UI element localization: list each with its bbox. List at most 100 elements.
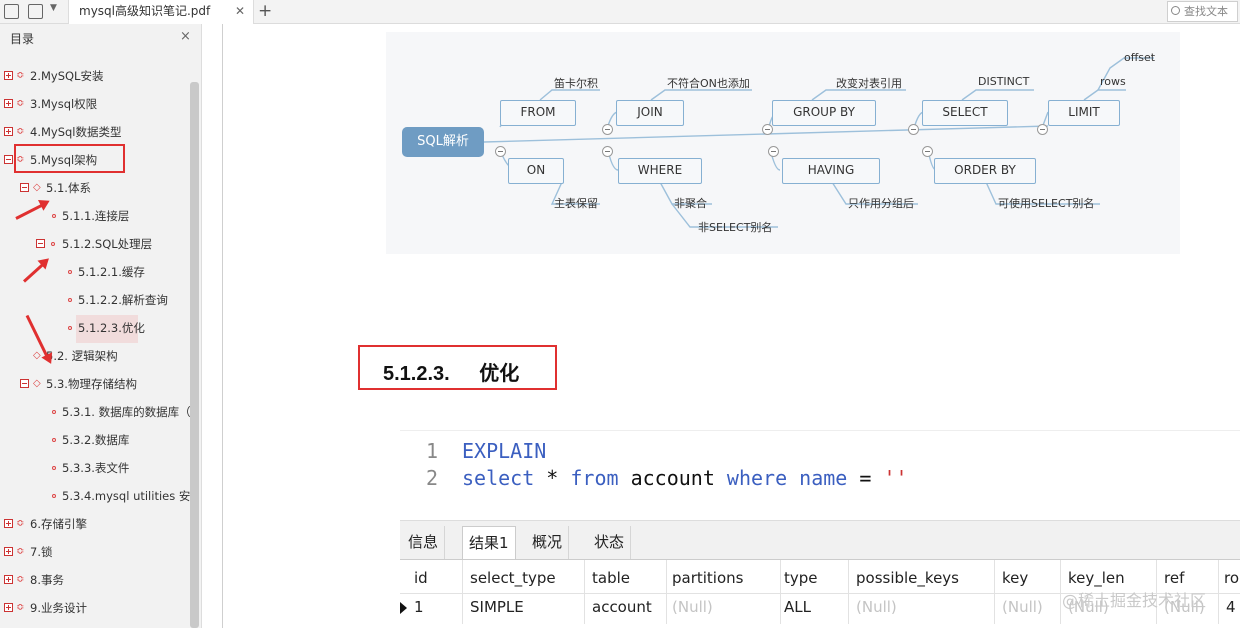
tab-result1[interactable]: 结果1 (462, 526, 516, 559)
toc-item[interactable]: 5.3.4.mysql utilities 安装 (0, 482, 190, 510)
toc-item[interactable]: ≎ 2.MySQL安装 (0, 62, 190, 90)
current-row-icon (400, 602, 407, 614)
table-cell[interactable]: (Null) (1002, 598, 1043, 616)
collapse-toggle-icon (602, 124, 613, 135)
toc-item[interactable]: 5.1.2.1.缓存 (0, 258, 190, 286)
toc-item[interactable]: 5.1.2.2.解析查询 (0, 286, 190, 314)
toc-item[interactable]: 5.1.2.SQL处理层 (0, 230, 190, 258)
tab-overview[interactable]: 概况 (526, 526, 570, 559)
search-box[interactable]: 查找文本 (1167, 1, 1238, 22)
collapse-toggle-icon (922, 146, 933, 157)
mindmap-root: SQL解析 (402, 127, 484, 157)
mindmap-note: rows (1100, 75, 1126, 88)
mindmap-node: WHERE (618, 158, 702, 184)
close-tab-icon[interactable]: ✕ (235, 0, 245, 23)
column-divider (666, 560, 667, 624)
toc-item[interactable]: ◇ 5.2. 逻辑架构 (0, 342, 190, 370)
toc-item[interactable]: ≎ 3.Mysql权限 (0, 90, 190, 118)
document-tab[interactable]: mysql高级知识笔记.pdf ✕ (68, 0, 254, 24)
column-header[interactable]: possible_keys (856, 569, 959, 587)
mindmap-node: SELECT (922, 100, 1008, 126)
mindmap-note: 可使用SELECT别名 (998, 197, 1095, 210)
column-divider (848, 560, 849, 624)
heading-title: 优化 (479, 363, 520, 385)
collapse-toggle-icon (1037, 124, 1048, 135)
column-divider (584, 560, 585, 624)
column-header[interactable]: ref (1164, 569, 1184, 587)
column-header[interactable]: ro (1224, 569, 1239, 587)
toc-item[interactable]: 5.3.1. 数据库的数据库（D (0, 398, 190, 426)
column-header[interactable]: key (1002, 569, 1028, 587)
mindmap-note: 主表保留 (554, 197, 598, 210)
mindmap-node: ORDER BY (934, 158, 1036, 184)
column-divider (1218, 560, 1219, 624)
toc-item[interactable]: ≎ 4.MySql数据类型 (0, 118, 190, 146)
close-sidebar-icon[interactable]: × (180, 29, 191, 44)
mindmap-note: 非聚合 (674, 197, 707, 210)
dropdown-arrow-icon[interactable]: ▼ (50, 3, 57, 13)
column-header[interactable]: type (784, 569, 818, 587)
mindmap-note: 改变对表引用 (836, 77, 902, 90)
collapse-toggle-icon (602, 146, 613, 157)
mindmap-node: ON (508, 158, 564, 184)
column-divider (994, 560, 995, 624)
mindmap-figure (386, 32, 1180, 254)
collapse-toggle-icon (768, 146, 779, 157)
mindmap-note: DISTINCT (978, 75, 1030, 88)
new-tab-icon[interactable]: + (258, 0, 272, 22)
toc-item[interactable]: 5.3.2.数据库 (0, 426, 190, 454)
toc-item[interactable]: ≎ 9.业务设计 (0, 594, 190, 622)
table-cell[interactable]: ALL (784, 598, 811, 616)
sql-code-block: 1 EXPLAIN 2 select * from account where … (400, 430, 1240, 508)
search-icon (1171, 6, 1180, 15)
toc-title: 目录 (10, 32, 35, 46)
toc-item[interactable]: ≎ 7.锁 (0, 538, 190, 566)
mindmap-node: JOIN (616, 100, 684, 126)
mindmap-node: FROM (500, 100, 576, 126)
table-cell[interactable]: 1 (414, 598, 424, 616)
mindmap-note: 笛卡尔积 (554, 77, 598, 90)
sidebar-scrollbar[interactable] (190, 82, 199, 628)
toc-item[interactable]: ≎ 6.存储引擎 (0, 510, 190, 538)
toc-item[interactable]: ◇ 5.3.物理存储结构 (0, 370, 190, 398)
column-header[interactable]: key_len (1068, 569, 1125, 587)
table-cell[interactable]: 4 (1226, 598, 1236, 616)
code-line: select * from account where name = '' (462, 466, 908, 490)
section-heading: 5.1.2.3. 优化 (383, 357, 519, 386)
page-edge (222, 24, 223, 628)
tab-status[interactable]: 状态 (588, 526, 632, 559)
column-header[interactable]: partitions (672, 569, 743, 587)
table-cell[interactable]: (Null) (672, 598, 713, 616)
mindmap-note: 不符合ON也添加 (667, 77, 750, 90)
watermark: @稀土掘金技术社区 (1062, 591, 1207, 610)
mindmap-note: 只作用分组后 (848, 197, 914, 210)
column-divider (1060, 560, 1061, 624)
table-cell[interactable]: (Null) (856, 598, 897, 616)
print-icon[interactable] (28, 4, 43, 19)
search-placeholder: 查找文本 (1184, 5, 1228, 18)
column-header[interactable]: id (414, 569, 428, 587)
annotation-red-box (14, 144, 125, 173)
collapse-toggle-icon (495, 146, 506, 157)
toc-item[interactable]: ◇ 5.1.体系 (0, 174, 190, 202)
collapse-toggle-icon (908, 124, 919, 135)
mindmap-note: offset (1124, 51, 1156, 64)
title-bar: ▼ mysql高级知识笔记.pdf ✕ + 查找文本 (0, 0, 1240, 24)
tab-info[interactable]: 信息 (402, 526, 446, 559)
sidebar-toggle-icon[interactable] (4, 4, 19, 19)
mindmap-node: GROUP BY (772, 100, 876, 126)
column-divider (780, 560, 781, 624)
toc-item[interactable]: 5.1.1.连接层 (0, 202, 190, 230)
line-number: 2 (426, 466, 439, 490)
column-header[interactable]: select_type (470, 569, 556, 587)
collapse-toggle-icon (762, 124, 773, 135)
code-line: EXPLAIN (462, 439, 547, 463)
toc-item[interactable]: 5.3.3.表文件 (0, 454, 190, 482)
table-cell[interactable]: account (592, 598, 652, 616)
table-cell[interactable]: SIMPLE (470, 598, 524, 616)
toc-item[interactable]: ≎ 8.事务 (0, 566, 190, 594)
mindmap-node: HAVING (782, 158, 880, 184)
results-panel: 信息 结果1 概况 状态 id select_type table partit… (400, 520, 1240, 629)
tab-title: mysql高级知识笔记.pdf (79, 4, 211, 18)
column-header[interactable]: table (592, 569, 630, 587)
